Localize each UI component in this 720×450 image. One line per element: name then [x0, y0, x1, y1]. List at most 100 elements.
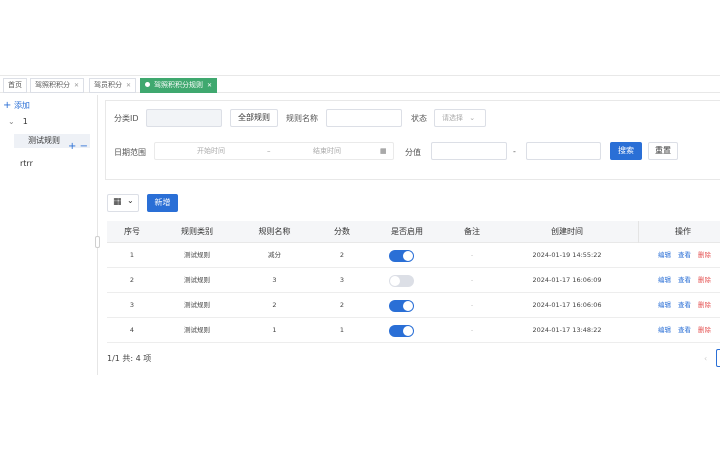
plus-icon: +	[3, 100, 12, 111]
search-button[interactable]: 搜索	[610, 142, 642, 160]
view-link[interactable]: 查看	[678, 276, 691, 284]
tab-label: 驾照积积分	[35, 81, 70, 89]
table-header: 序号 规则类别 规则名称 分数 是否启用 备注 创建时间 操作	[107, 221, 720, 243]
toggle-knob	[403, 301, 413, 311]
start-date-placeholder: 开始时间	[197, 147, 225, 155]
score-label: 分值	[405, 148, 421, 157]
status-label: 状态	[411, 114, 427, 123]
table-row: 3 测试规则 2 2 - 2024-01-17 16:06:06 编辑 查看 删除	[107, 293, 720, 318]
active-dot-icon	[145, 82, 150, 87]
category-tree: + 添加 ⌄ 1 测试规则 + − rtrr	[0, 95, 98, 375]
category-id-label: 分类ID	[114, 114, 139, 123]
cell-remark: -	[470, 276, 474, 284]
enabled-toggle[interactable]	[389, 275, 414, 287]
tree-node-label: rtrr	[20, 159, 33, 168]
tab-license-points[interactable]: 驾照积积分 ✕	[30, 78, 85, 93]
filter-panel: 分类ID 全部规则 规则名称 状态 请选择 ⌄ 日期范围 开始时间 – 结束时间…	[105, 100, 720, 180]
tree-node-selected[interactable]: 测试规则 + −	[14, 134, 90, 152]
cell-index: 4	[129, 326, 135, 334]
cell-index: 3	[129, 301, 135, 309]
tab-label: 首页	[8, 81, 22, 89]
tab-home[interactable]: 首页	[3, 78, 27, 93]
tree-add-label: 添加	[13, 101, 30, 110]
close-icon[interactable]: ✕	[126, 82, 131, 89]
view-link[interactable]: 查看	[678, 251, 691, 259]
new-button[interactable]: 新增	[147, 194, 178, 212]
enabled-toggle[interactable]	[389, 300, 414, 312]
enabled-toggle[interactable]	[389, 250, 414, 262]
cell-score: 3	[339, 276, 345, 284]
page-number-button[interactable]	[716, 349, 720, 367]
col-name: 规则名称	[258, 227, 291, 236]
grid-icon: ▦	[113, 197, 122, 207]
tab-member-points[interactable]: 驾员积分 ✕	[89, 78, 137, 93]
edit-link[interactable]: 编辑	[658, 326, 671, 334]
rule-name-label: 规则名称	[286, 114, 318, 123]
table-row: 2 测试规则 3 3 - 2024-01-17 16:06:09 编辑 查看 删除	[107, 268, 720, 293]
toggle-knob	[390, 276, 400, 286]
col-remark: 备注	[464, 227, 480, 236]
cell-category: 测试规则	[184, 276, 210, 284]
chevron-down-icon: ⌄	[127, 196, 134, 205]
edit-link[interactable]: 编辑	[658, 301, 671, 309]
minus-icon[interactable]: −	[80, 141, 88, 152]
score-separator: -	[513, 147, 516, 156]
collapse-handle[interactable]	[95, 236, 100, 248]
cell-score: 1	[339, 326, 345, 334]
cell-created: 2024-01-17 16:06:09	[532, 276, 602, 284]
date-range-picker[interactable]: 开始时间 – 结束时间 ▦	[154, 142, 394, 160]
tab-points-rules[interactable]: 驾照积积分规则 ✕	[140, 78, 218, 93]
tree-node-root[interactable]: ⌄ 1	[8, 117, 28, 126]
col-actions: 操作	[638, 221, 720, 243]
status-placeholder: 请选择	[442, 114, 463, 122]
delete-link[interactable]: 删除	[698, 326, 711, 334]
edit-link[interactable]: 编辑	[658, 276, 671, 284]
table-row: 4 测试规则 1 1 - 2024-01-17 13:48:22 编辑 查看 删除	[107, 318, 720, 343]
cell-score: 2	[339, 251, 345, 259]
col-created: 创建时间	[551, 227, 583, 236]
score-max-input[interactable]	[526, 142, 601, 160]
pagination-info: 1/1 共: 4 项	[107, 354, 152, 363]
enabled-toggle[interactable]	[389, 325, 414, 337]
view-link[interactable]: 查看	[678, 301, 691, 309]
cell-remark: -	[470, 301, 474, 309]
cell-name: 3	[272, 276, 277, 284]
cell-remark: -	[470, 251, 474, 259]
tree-node-label: 1	[22, 117, 28, 126]
category-id-input[interactable]	[146, 109, 222, 127]
close-icon[interactable]: ✕	[207, 82, 212, 89]
col-index: 序号	[124, 227, 140, 236]
status-select[interactable]: 请选择 ⌄	[434, 109, 486, 127]
delete-link[interactable]: 删除	[698, 301, 711, 309]
tree-node-item[interactable]: rtrr	[20, 159, 33, 168]
tab-label: 驾员积分	[94, 81, 122, 89]
cell-name: 减分	[268, 251, 281, 259]
delete-link[interactable]: 删除	[698, 276, 711, 284]
toggle-knob	[403, 326, 413, 336]
delete-link[interactable]: 删除	[698, 251, 711, 259]
end-date-placeholder: 结束时间	[313, 147, 341, 155]
edit-link[interactable]: 编辑	[658, 251, 671, 259]
tab-label: 驾照积积分规则	[154, 81, 203, 89]
chevron-down-icon: ⌄	[469, 114, 476, 122]
cell-created: 2024-01-17 16:06:06	[532, 301, 602, 309]
cell-name: 2	[272, 301, 277, 309]
view-link[interactable]: 查看	[678, 326, 691, 334]
toggle-knob	[403, 251, 413, 261]
score-min-input[interactable]	[431, 142, 507, 160]
cell-remark: -	[470, 326, 474, 334]
tree-add-button[interactable]: + 添加	[3, 100, 30, 111]
close-icon[interactable]: ✕	[74, 82, 79, 89]
cell-category: 测试规则	[184, 301, 210, 309]
all-rules-button[interactable]: 全部规则	[230, 109, 278, 127]
date-range-label: 日期范围	[114, 148, 146, 157]
calendar-icon: ▦	[380, 147, 387, 155]
cell-created: 2024-01-17 13:48:22	[532, 326, 602, 334]
prev-page-button[interactable]: ‹	[704, 354, 707, 363]
rule-name-input[interactable]	[326, 109, 402, 127]
col-enabled: 是否启用	[391, 227, 423, 236]
plus-icon[interactable]: +	[68, 141, 76, 152]
column-settings-button[interactable]: ▦ ⌄	[107, 194, 139, 212]
reset-button[interactable]: 重置	[648, 142, 678, 160]
tree-node-label: 测试规则	[28, 136, 60, 145]
